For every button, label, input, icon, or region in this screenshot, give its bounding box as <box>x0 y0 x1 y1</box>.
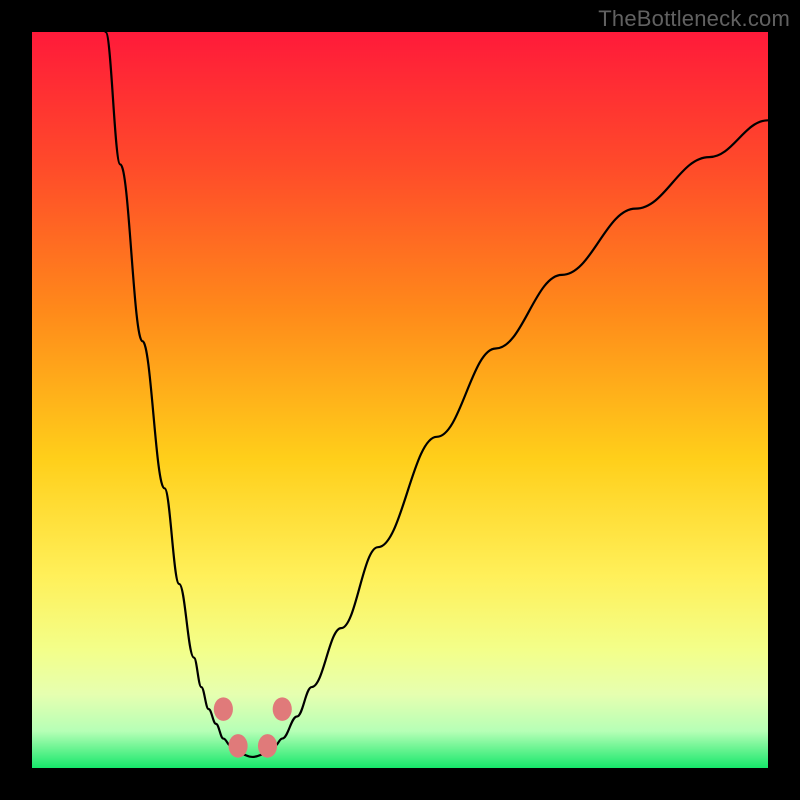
gradient-rect <box>32 32 768 768</box>
left-lower-marker <box>229 734 248 758</box>
left-upper-marker <box>214 697 233 721</box>
chart-svg <box>32 32 768 768</box>
right-upper-marker <box>273 697 292 721</box>
watermark-text: TheBottleneck.com <box>598 6 790 32</box>
outer-frame: TheBottleneck.com <box>0 0 800 800</box>
right-lower-marker <box>258 734 277 758</box>
plot-area <box>32 32 768 768</box>
